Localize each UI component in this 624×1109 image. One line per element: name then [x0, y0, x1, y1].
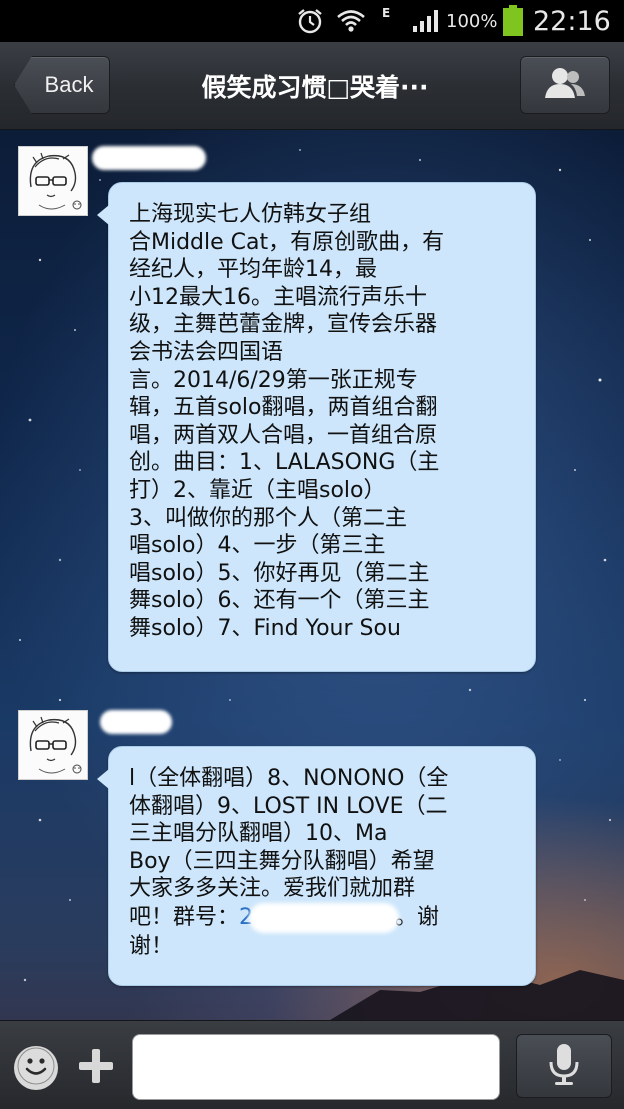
avatar-illustration — [19, 711, 87, 779]
plus-icon — [76, 1046, 116, 1090]
message-line: 谢！ — [129, 933, 174, 959]
sender-name-redacted — [92, 146, 206, 170]
sender-name-redacted — [100, 710, 172, 734]
message-line: 吧！群号：2 。谢 — [129, 902, 521, 933]
group-number-redacted — [249, 902, 400, 933]
message-line: 合Middle Cat，有原创歌曲，有 — [129, 229, 445, 255]
status-bar: E 100% 22:16 — [0, 0, 624, 42]
voice-button[interactable] — [516, 1034, 612, 1098]
sender-avatar[interactable] — [18, 710, 88, 780]
message-line: 体翻唱）9、LOST IN LOVE（二 — [129, 793, 448, 819]
smiley-icon — [16, 1046, 56, 1090]
contacts-icon — [543, 66, 587, 104]
wifi-icon — [336, 0, 366, 42]
message-line: Boy（三四主舞分队翻唱）希望 — [129, 848, 435, 874]
message-line: 唱，两首双人合唱，一首组合原 — [129, 422, 438, 448]
group-members-button[interactable] — [520, 56, 610, 114]
message-line: 言。2014/6/29第一张正规专 — [129, 367, 418, 393]
message-line: 创。曲目：1、LALASONG（主 — [129, 450, 440, 476]
message-line: 会书法会四国语 — [129, 339, 284, 365]
message-line: 级，主舞芭蕾金牌，宣传会乐器 — [129, 312, 438, 338]
message-line: 唱solo）5、你好再见（第二主 — [129, 560, 430, 586]
battery-icon — [502, 0, 524, 42]
message-line: 舞solo）7、Find Your Sou — [129, 615, 401, 641]
chat-title: 假笑成习惯□哭着··· — [201, 73, 429, 102]
network-type: E — [382, 6, 391, 20]
message-line: 经纪人，平均年龄14，最 — [129, 257, 377, 283]
alarm-icon — [296, 0, 324, 42]
message-line: l（全体翻唱）8、NONONO（全 — [129, 766, 449, 791]
back-button[interactable]: Back — [14, 56, 110, 114]
input-bar — [0, 1020, 624, 1109]
message-bubble[interactable]: 上海现实七人仿韩女子组 合Middle Cat，有原创歌曲，有 经纪人，平均年龄… — [97, 182, 536, 672]
message-line: 上海现实七人仿韩女子组 — [129, 202, 372, 227]
message-line: 小12最大16。主唱流行声乐十 — [129, 284, 427, 310]
attach-button[interactable] — [74, 1046, 118, 1090]
message-input[interactable] — [132, 1034, 500, 1100]
clock: 22:16 — [533, 5, 611, 37]
message-line: 辑，五首solo翻唱，两首组合翻 — [129, 395, 438, 421]
group-label: 吧！群号： — [129, 904, 240, 930]
message-line: 舞solo）6、还有一个（第三主 — [129, 588, 430, 614]
message-line: 唱solo）4、一步（第三主 — [129, 533, 386, 559]
thanks-text: 。谢 — [395, 904, 440, 930]
chat-header: Back 假笑成习惯□哭着··· — [0, 42, 624, 130]
message-line: 3、叫做你的那个人（第二主 — [129, 505, 407, 531]
battery-percent: 100% — [446, 10, 498, 32]
microphone-icon — [547, 1042, 581, 1090]
message-line: 大家多多关注。爱我们就加群 — [129, 876, 416, 902]
signal-icon — [412, 0, 442, 42]
message-line: 三主唱分队翻唱）10、Ma — [129, 821, 388, 847]
message-line: 打）2、靠近（主唱solo） — [129, 477, 386, 503]
avatar-illustration — [19, 147, 87, 215]
message-bubble[interactable]: l（全体翻唱）8、NONONO（全 体翻唱）9、LOST IN LOVE（二 三… — [97, 746, 536, 986]
sender-avatar[interactable] — [18, 146, 88, 216]
emoji-button[interactable] — [14, 1046, 58, 1090]
